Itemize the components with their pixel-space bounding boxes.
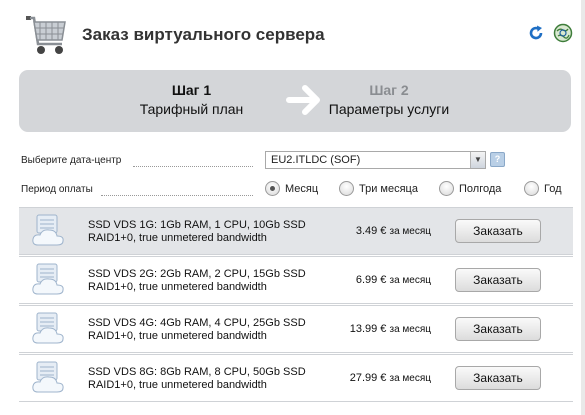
radio-button[interactable] (439, 181, 454, 196)
help-icon[interactable]: ? (490, 152, 505, 167)
price-period: за месяц (389, 373, 431, 384)
plan-price: 6.99 € за месяц (319, 274, 431, 286)
plan-title: SSD VDS 2G: 2Gb RAM, 2 CPU, 15Gb SSD (88, 268, 306, 280)
price-period: за месяц (389, 275, 431, 286)
page-title: Заказ виртуального сервера (82, 25, 325, 44)
wizard-step-1: Шаг 1 Тарифный план (119, 82, 264, 118)
radio-label: Год (544, 183, 562, 195)
price-value: 27.99 € (349, 372, 387, 384)
radio-button[interactable] (339, 181, 354, 196)
step-subtitle: Тарифный план (139, 101, 244, 117)
cloud-server-icon (32, 312, 64, 344)
step-subtitle: Параметры услуги (328, 101, 450, 117)
step-title: Шаг 2 (369, 82, 409, 98)
datacenter-value: EU2.ITLDC (SOF) (271, 154, 361, 166)
globe-icon[interactable] (553, 23, 573, 43)
radio-label: Полгода (459, 183, 502, 195)
plan-details: RAID1+0, true unmetered bandwidth (88, 330, 267, 342)
dotted-leader (133, 165, 253, 167)
plan-description: SSD VDS 1G: 1Gb RAM, 1 CPU, 10Gb SSD RAI… (88, 219, 306, 245)
plan-title: SSD VDS 4G: 4Gb RAM, 4 CPU, 25Gb SSD (88, 317, 306, 329)
radio-label: Три месяца (359, 183, 418, 195)
plan-price: 13.99 € за месяц (319, 323, 431, 335)
price-value: 6.99 € (355, 274, 387, 286)
radio-label: Месяц (285, 183, 319, 195)
period-label: Период оплаты (21, 184, 93, 195)
order-button[interactable]: Заказать (455, 317, 541, 341)
wizard-step-2: Шаг 2 Параметры услуги (319, 82, 459, 118)
plan-title: SSD VDS 1G: 1Gb RAM, 1 CPU, 10Gb SSD (88, 219, 306, 231)
plan-description: SSD VDS 8G: 8Gb RAM, 8 CPU, 50Gb SSD RAI… (88, 366, 306, 392)
order-button[interactable]: Заказать (455, 366, 541, 390)
cloud-server-icon (32, 214, 64, 246)
plan-row: SSD VDS 4G: 4Gb RAM, 4 CPU, 25Gb SSD RAI… (19, 305, 573, 353)
plan-details: RAID1+0, true unmetered bandwidth (88, 379, 267, 391)
dotted-leader (101, 194, 253, 196)
step-title: Шаг 1 (171, 82, 212, 98)
radio-button-checked[interactable] (265, 181, 280, 196)
order-button[interactable]: Заказать (455, 268, 541, 292)
cloud-server-icon (32, 263, 64, 295)
cloud-server-icon (32, 361, 64, 393)
radio-button[interactable] (524, 181, 539, 196)
price-period: за месяц (389, 226, 431, 237)
plan-description: SSD VDS 2G: 2Gb RAM, 2 CPU, 15Gb SSD RAI… (88, 268, 306, 294)
plan-row: SSD VDS 8G: 8Gb RAM, 8 CPU, 50Gb SSD RAI… (19, 354, 573, 402)
shopping-cart-icon (26, 16, 66, 54)
wizard-steps: Шаг 1 Тарифный план Шаг 2 Параметры услу… (19, 70, 571, 132)
plan-row: SSD VDS 1G: 1Gb RAM, 1 CPU, 10Gb SSD RAI… (19, 207, 573, 255)
plan-description: SSD VDS 4G: 4Gb RAM, 4 CPU, 25Gb SSD RAI… (88, 317, 306, 343)
plan-price: 3.49 € за месяц (319, 225, 431, 237)
plan-details: RAID1+0, true unmetered bandwidth (88, 232, 267, 244)
window-edge (581, 0, 585, 415)
datacenter-label: Выберите дата-центр (21, 155, 122, 166)
plan-title: SSD VDS 8G: 8Gb RAM, 8 CPU, 50Gb SSD (88, 366, 306, 378)
datacenter-select[interactable]: EU2.ITLDC (SOF) ▼ (265, 151, 486, 169)
order-button[interactable]: Заказать (455, 219, 541, 243)
price-value: 3.49 € (355, 225, 387, 237)
header: Заказ виртуального сервера (0, 0, 585, 68)
refresh-icon[interactable] (528, 25, 544, 41)
plan-price: 27.99 € за месяц (319, 372, 431, 384)
chevron-down-icon: ▼ (470, 152, 485, 168)
plan-details: RAID1+0, true unmetered bandwidth (88, 281, 267, 293)
plan-row: SSD VDS 2G: 2Gb RAM, 2 CPU, 15Gb SSD RAI… (19, 256, 573, 304)
price-value: 13.99 € (349, 323, 387, 335)
price-period: за месяц (389, 324, 431, 335)
